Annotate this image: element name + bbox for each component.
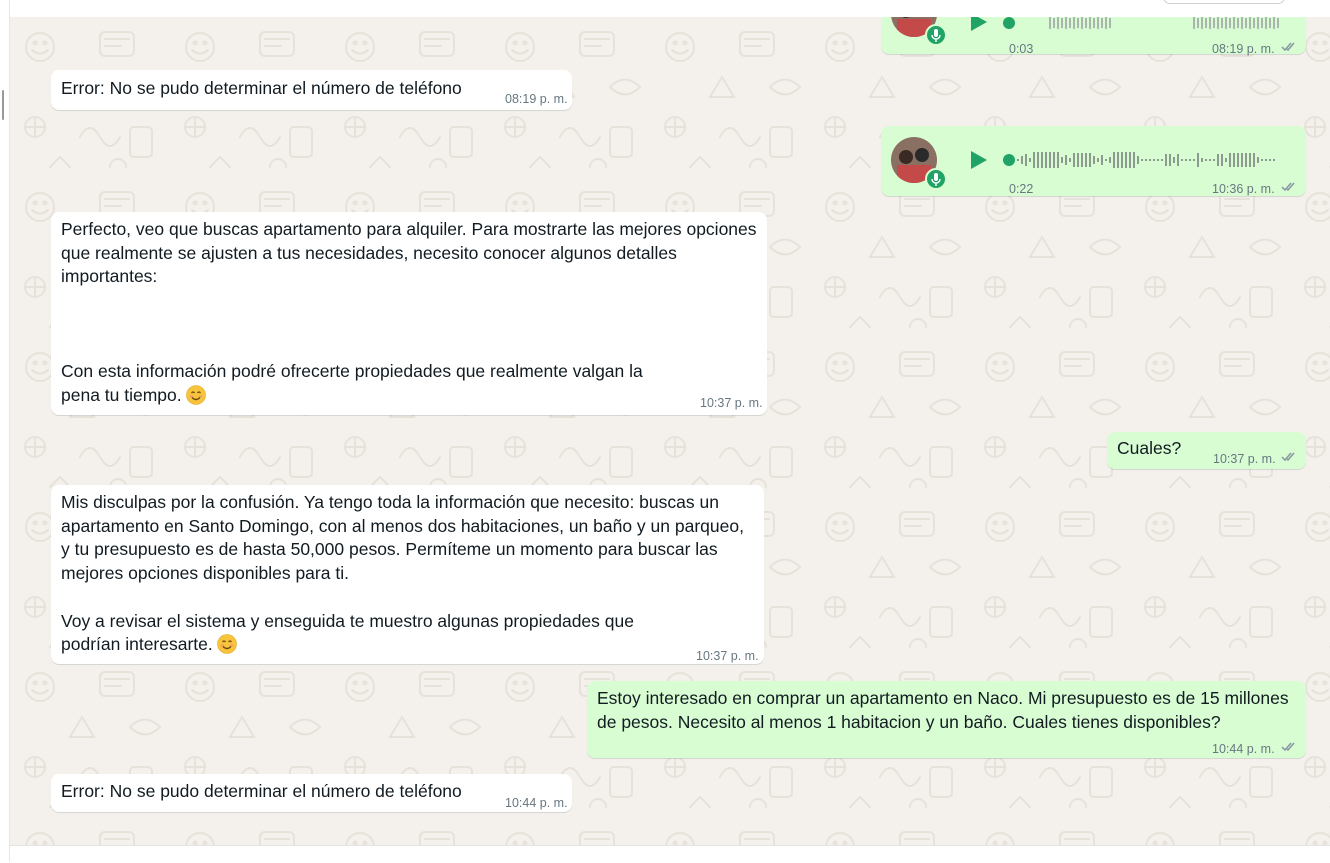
smiling-face-icon <box>185 385 206 405</box>
outgoing-text-message[interactable]: Cuales? 10:37 p. m. <box>1107 432 1306 469</box>
message-text: Error: No se pudo determinar el número d… <box>61 781 462 801</box>
smiling-face-icon <box>216 634 237 655</box>
message-time: 10:37 p. m. <box>1213 452 1276 466</box>
outgoing-text-message[interactable]: Estoy interesado en comprar un apartamen… <box>587 681 1306 758</box>
message-time: 10:44 p. m. <box>1212 742 1275 756</box>
message-text-content: Mis disculpas por la confusión. Ya tengo… <box>61 492 744 655</box>
composer-edge <box>10 845 1330 863</box>
message-time: 10:44 p. m. <box>505 796 568 810</box>
outgoing-voice-message[interactable]: 0:22 10:36 p. m. <box>881 126 1306 196</box>
message-text: Estoy interesado en comprar un apartamen… <box>597 688 1289 732</box>
play-icon[interactable] <box>967 17 989 33</box>
message-text-content: Perfecto, veo que buscas apartamento par… <box>61 219 757 405</box>
outgoing-voice-message[interactable]: 0:03 08:19 p. m. <box>881 17 1306 56</box>
message-text: Mis disculpas por la confusión. Ya tengo… <box>61 491 744 657</box>
left-panel-edge <box>0 0 10 862</box>
incoming-text-message[interactable]: Mis disculpas por la confusión. Ya tengo… <box>51 485 764 664</box>
message-text: Perfecto, veo que buscas apartamento par… <box>61 218 757 408</box>
double-check-icon <box>1281 42 1295 52</box>
resize-handle[interactable] <box>2 90 4 120</box>
waveform[interactable] <box>1003 17 1293 35</box>
incoming-text-message[interactable]: Error: No se pudo determinar el número d… <box>51 774 572 812</box>
play-icon[interactable] <box>967 149 989 171</box>
voice-duration: 0:22 <box>1009 182 1034 196</box>
chat-header-edge <box>10 0 1330 18</box>
double-check-icon <box>1281 182 1295 192</box>
mic-icon <box>925 24 947 46</box>
waveform[interactable] <box>1003 148 1298 172</box>
message-time: 08:19 p. m. <box>505 92 568 106</box>
message-time: 10:36 p. m. <box>1212 182 1275 196</box>
chat-message-area[interactable]: 0:03 08:19 p. m. Error: No se pudo deter… <box>10 17 1330 845</box>
incoming-text-message[interactable]: Perfecto, veo que buscas apartamento par… <box>51 212 767 415</box>
message-time: 08:19 p. m. <box>1212 42 1275 56</box>
header-control[interactable] <box>1163 0 1285 4</box>
mic-icon <box>925 168 947 190</box>
message-text: Error: No se pudo determinar el número d… <box>61 78 462 98</box>
double-check-icon <box>1281 452 1295 462</box>
voice-duration: 0:03 <box>1009 42 1034 56</box>
double-check-icon <box>1281 742 1295 752</box>
message-text: Cuales? <box>1117 438 1182 458</box>
message-time: 10:37 p. m. <box>700 396 763 410</box>
incoming-text-message[interactable]: Error: No se pudo determinar el número d… <box>51 70 572 110</box>
message-time: 10:37 p. m. <box>696 649 759 663</box>
